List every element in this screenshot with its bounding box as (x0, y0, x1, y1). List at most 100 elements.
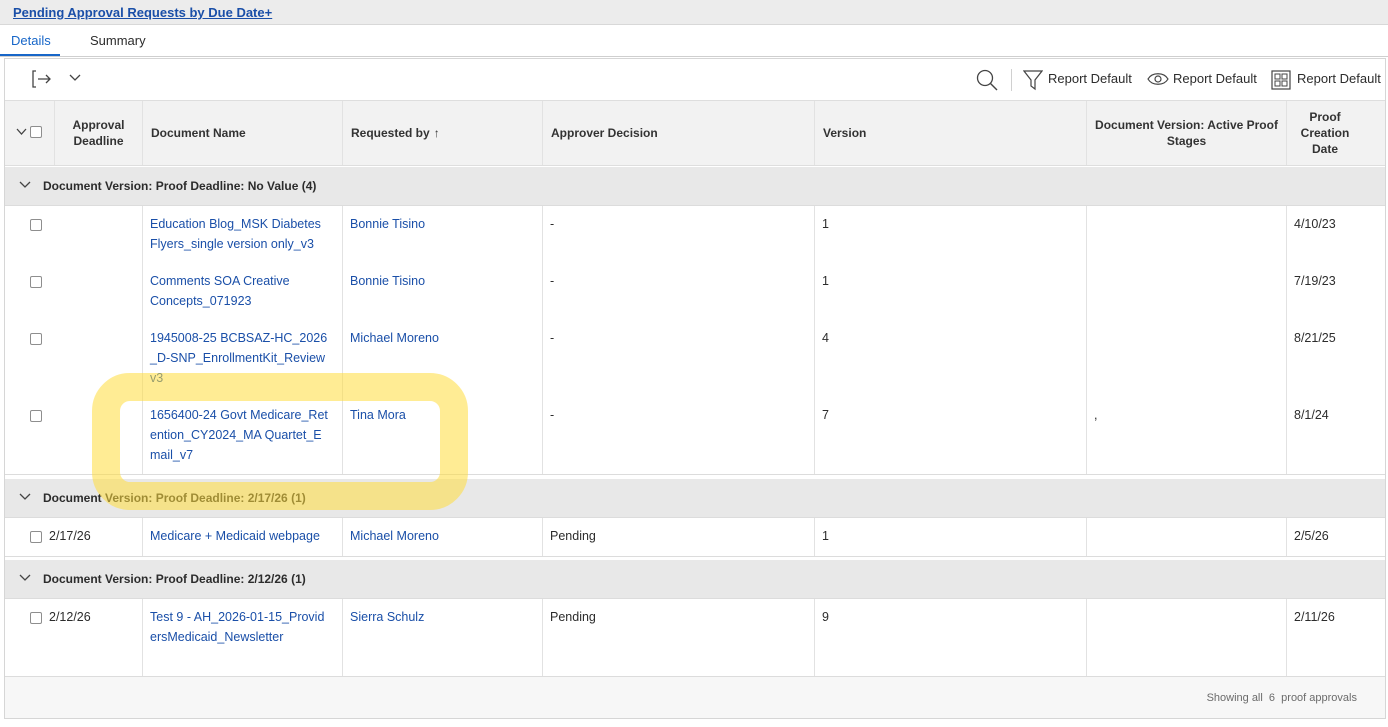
footer-count-text: Showing all 6 proof approvals (1206, 692, 1357, 704)
sort-ascending-icon[interactable]: ↑ (434, 125, 440, 141)
chevron-down-icon[interactable] (19, 489, 31, 505)
row-checkbox[interactable] (30, 333, 42, 345)
col-version[interactable]: Version (815, 101, 1087, 165)
cell-version: 1 (815, 263, 1087, 320)
col-approver-decision-label: Approver Decision (551, 126, 658, 140)
table-row[interactable]: 1656400-24 Govt Medicare_Retention_CY202… (5, 397, 1385, 475)
cell-requested-by[interactable]: Tina Mora (343, 397, 543, 474)
cell-stages (1087, 263, 1287, 320)
table-row[interactable]: 1945008-25 BCBSAZ-HC_2026_D-SNP_Enrollme… (5, 320, 1385, 398)
export-icon[interactable] (30, 68, 54, 90)
cell-document-name[interactable]: 1656400-24 Govt Medicare_Retention_CY202… (143, 397, 343, 474)
active-tab-indicator (0, 54, 60, 56)
col-approver-decision[interactable]: Approver Decision (543, 101, 815, 165)
row-checkbox[interactable] (30, 612, 42, 624)
cell-requested-by[interactable]: Bonnie Tisino (343, 263, 543, 320)
report-panel: Report Default Report Default Report Def… (4, 58, 1386, 719)
cell-deadline: 2/17/26 (49, 529, 91, 543)
cell-creation-date: 8/21/25 (1294, 331, 1336, 345)
cell-select (5, 397, 143, 474)
grouping-button[interactable]: Report Default (1297, 71, 1381, 86)
search-icon[interactable] (975, 68, 999, 92)
grouping-icon[interactable] (1271, 70, 1291, 90)
group-row[interactable]: Document Version: Proof Deadline: 2/17/2… (5, 479, 1385, 518)
col-approval-deadline-label: Approval Deadline (72, 118, 125, 148)
title-bar: Pending Approval Requests by Due Date+ (0, 0, 1388, 25)
chevron-down-icon[interactable] (16, 128, 27, 136)
row-checkbox[interactable] (30, 531, 42, 543)
filter-icon[interactable] (1023, 69, 1043, 91)
col-active-proof-stages[interactable]: Document Version: Active Proof Stages (1087, 101, 1287, 165)
cell-document-name[interactable]: Education Blog_MSK Diabetes Flyers_singl… (143, 206, 343, 263)
col-proof-creation-date-label: Proof Creation Date (1300, 110, 1350, 156)
chevron-down-icon[interactable] (19, 177, 31, 193)
col-proof-creation-date[interactable]: Proof Creation Date (1287, 101, 1363, 165)
view-button[interactable]: Report Default (1173, 71, 1257, 86)
cell-decision: Pending (543, 518, 815, 556)
cell-version: 9 (815, 599, 1087, 676)
row-checkbox[interactable] (30, 219, 42, 231)
cell-select (5, 320, 143, 397)
group-row[interactable]: Document Version: Proof Deadline: No Val… (5, 167, 1385, 206)
cell-deadline: 2/12/26 (49, 610, 91, 624)
cell-decision: - (543, 263, 815, 320)
col-document-name-label: Document Name (151, 126, 246, 140)
cell-document-name[interactable]: Medicare + Medicaid webpage (143, 518, 343, 556)
tab-details[interactable]: Details (11, 33, 51, 48)
grid-header: Approval Deadline Document Name Requeste… (5, 100, 1385, 166)
cell-decision: - (543, 397, 815, 474)
cell-version: 4 (815, 320, 1087, 397)
cell-select: 2/17/26 (5, 518, 143, 556)
group-label: Document Version: Proof Deadline: No Val… (43, 179, 317, 193)
table-row[interactable]: Comments SOA Creative Concepts_071923 Bo… (5, 263, 1385, 321)
table-row[interactable]: 2/12/26 Test 9 - AH_2026-01-15_Providers… (5, 599, 1385, 677)
report-title-link[interactable]: Pending Approval Requests by Due Date+ (13, 5, 272, 20)
col-approval-deadline[interactable]: Approval Deadline (55, 101, 143, 165)
cell-requested-by[interactable]: Bonnie Tisino (343, 206, 543, 263)
col-requested-by-label: Requested by (351, 126, 430, 140)
table-row[interactable]: Education Blog_MSK Diabetes Flyers_singl… (5, 206, 1385, 264)
cell-decision: Pending (543, 599, 815, 676)
col-requested-by[interactable]: Requested by ↑ (343, 101, 543, 165)
col-active-proof-stages-label: Document Version: Active Proof Stages (1095, 118, 1278, 148)
cell-requested-by[interactable]: Sierra Schulz (343, 599, 543, 676)
cell-version: 1 (815, 206, 1087, 263)
select-all-header (5, 101, 55, 165)
cell-document-name[interactable]: Comments SOA Creative Concepts_071923 (143, 263, 343, 320)
cell-creation-date: 4/10/23 (1294, 217, 1336, 231)
group-row[interactable]: Document Version: Proof Deadline: 2/12/2… (5, 560, 1385, 599)
group-label: Document Version: Proof Deadline: 2/17/2… (43, 491, 306, 505)
filter-button[interactable]: Report Default (1048, 71, 1132, 86)
select-all-checkbox[interactable] (30, 126, 42, 138)
cell-stages (1087, 320, 1287, 397)
col-document-name[interactable]: Document Name (143, 101, 343, 165)
tab-summary[interactable]: Summary (90, 33, 146, 48)
cell-creation-date: 2/5/26 (1294, 529, 1329, 543)
chevron-down-icon[interactable] (19, 570, 31, 586)
cell-document-name[interactable]: 1945008-25 BCBSAZ-HC_2026_D-SNP_Enrollme… (143, 320, 343, 397)
cell-stages (1087, 599, 1287, 676)
cell-version: 1 (815, 518, 1087, 556)
toolbar-divider (1011, 69, 1012, 91)
cell-stages: , (1087, 397, 1287, 474)
tab-bar: Details Summary (0, 25, 1388, 57)
group-label: Document Version: Proof Deadline: 2/12/2… (43, 572, 306, 586)
cell-stages (1087, 518, 1287, 556)
cell-select (5, 263, 143, 320)
cell-requested-by[interactable]: Michael Moreno (343, 320, 543, 397)
cell-creation-date: 2/11/26 (1294, 610, 1335, 624)
cell-document-name[interactable]: Test 9 - AH_2026-01-15_ProvidersMedicaid… (143, 599, 343, 676)
cell-select (5, 206, 143, 263)
cell-creation-date: 8/1/24 (1294, 408, 1329, 422)
row-checkbox[interactable] (30, 410, 42, 422)
toolbar: Report Default Report Default Report Def… (5, 59, 1385, 100)
cell-creation-date: 7/19/23 (1294, 274, 1336, 288)
chevron-down-icon[interactable] (69, 73, 81, 83)
cell-stages (1087, 206, 1287, 263)
table-footer: Showing all 6 proof approvals (5, 677, 1385, 718)
cell-requested-by[interactable]: Michael Moreno (343, 518, 543, 556)
col-version-label: Version (823, 126, 867, 140)
view-eye-icon[interactable] (1147, 71, 1169, 87)
row-checkbox[interactable] (30, 276, 42, 288)
table-row[interactable]: 2/17/26 Medicare + Medicaid webpage Mich… (5, 518, 1385, 557)
